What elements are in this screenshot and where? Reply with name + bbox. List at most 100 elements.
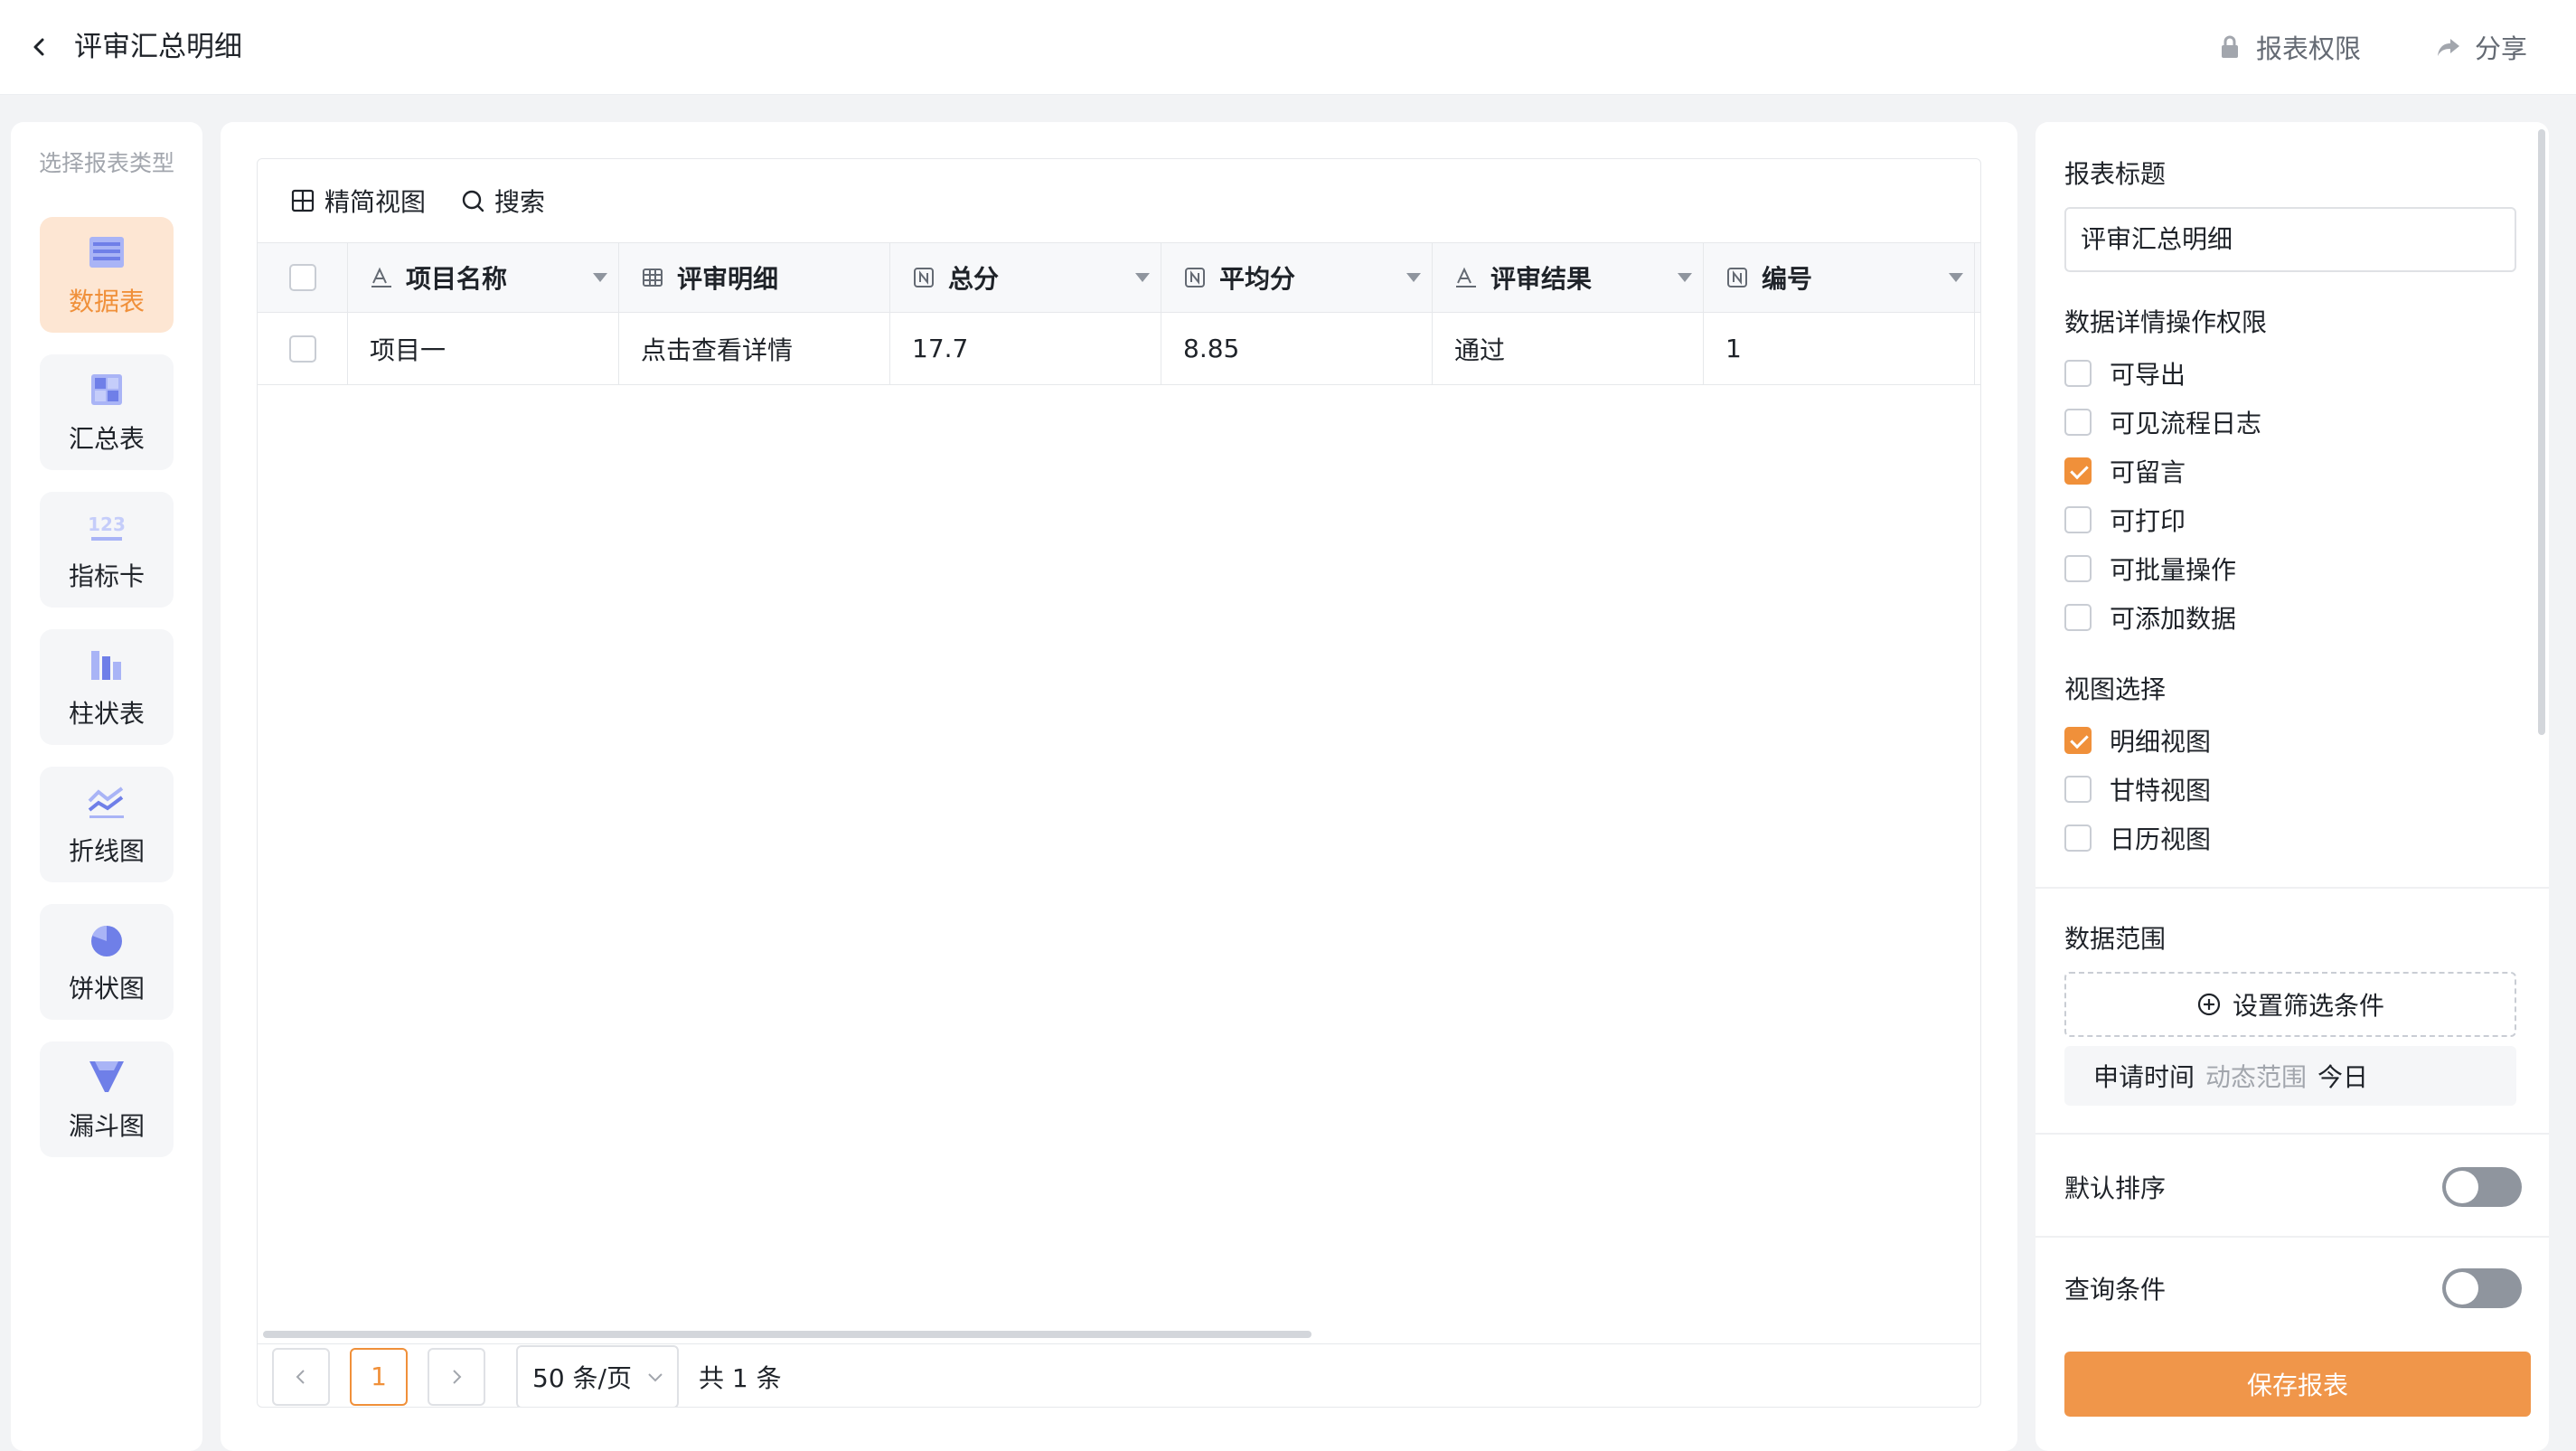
option-label: 可添加数据 (2110, 604, 2237, 634)
permission-option-batch[interactable]: 可批量操作 (2064, 551, 2236, 587)
divider (2035, 1133, 2549, 1135)
caret-down-icon[interactable] (1406, 273, 1421, 282)
checkbox[interactable] (2064, 824, 2092, 852)
type-item-number-card[interactable]: 123 指标卡 (40, 492, 174, 608)
caret-down-icon[interactable] (1135, 273, 1150, 282)
checkbox[interactable] (2064, 555, 2092, 582)
funnel-chart-icon (89, 1061, 124, 1092)
type-item-line-chart[interactable]: 折线图 (40, 767, 174, 882)
type-item-pie-chart[interactable]: 饼状图 (40, 904, 174, 1020)
set-filter-button[interactable]: 设置筛选条件 (2064, 972, 2516, 1037)
data-range-label: 数据范围 (2064, 924, 2167, 954)
table-cell: 17.7 (890, 313, 1161, 384)
view-details-link[interactable]: 点击查看详情 (619, 313, 890, 384)
view-option-detail[interactable]: 明细视图 (2064, 722, 2211, 758)
caret-down-icon[interactable] (1678, 273, 1692, 282)
checkbox[interactable] (2064, 506, 2092, 533)
permission-option-export[interactable]: 可导出 (2064, 355, 2186, 391)
save-report-button[interactable]: 保存报表 (2064, 1352, 2531, 1417)
row-checkbox[interactable] (288, 334, 316, 363)
checkbox-checked[interactable] (2064, 457, 2092, 485)
column-header[interactable]: 编号 (1704, 243, 1975, 312)
share-button[interactable]: 分享 (2435, 20, 2527, 74)
checkbox[interactable] (2064, 409, 2092, 436)
type-item-data-table[interactable]: 数据表 (40, 217, 174, 333)
column-header-label: 编号 (1762, 264, 1813, 294)
checkbox[interactable] (2064, 776, 2092, 803)
column-header[interactable]: 平均分 (1161, 243, 1433, 312)
caret-down-icon[interactable] (593, 273, 607, 282)
caret-down-icon[interactable] (1949, 273, 1963, 282)
column-header[interactable]: 项目名称 (348, 243, 619, 312)
type-item-label: 饼状图 (68, 974, 145, 1003)
text-field-icon (1456, 267, 1476, 287)
option-label: 可打印 (2110, 506, 2186, 536)
page-size-value: 50 条/页 (532, 1362, 632, 1393)
view-option-calendar[interactable]: 日历视图 (2064, 820, 2211, 856)
horizontal-scrollbar[interactable] (263, 1331, 1312, 1338)
compact-view-label: 精简视图 (324, 187, 427, 217)
default-sort-label: 默认排序 (2064, 1173, 2167, 1203)
top-bar: 评审汇总明细 报表权限 分享 (0, 0, 2576, 95)
lock-icon (2222, 35, 2238, 58)
option-label: 可批量操作 (2110, 555, 2237, 585)
total-count: 共 1 条 (699, 1362, 782, 1393)
divider (2035, 887, 2549, 889)
checkbox[interactable] (2064, 604, 2092, 631)
type-item-summary-table[interactable]: 汇总表 (40, 354, 174, 470)
back-button[interactable] (18, 25, 61, 69)
report-permission-button[interactable]: 报表权限 (2216, 20, 2361, 74)
report-title-input[interactable]: 评审汇总明细 (2064, 207, 2516, 272)
column-header[interactable]: 总分 (890, 243, 1161, 312)
report-settings-panel: 报表标题 评审汇总明细 数据详情操作权限 可导出 可见流程日志 可留言 可打印 … (2035, 122, 2549, 1451)
table-header-row: 项目名称 评审明细 总分 平均分 评审结果 编号 (258, 242, 1980, 313)
pagination: 1 50 条/页 共 1 条 (258, 1343, 1980, 1407)
column-header-label: 评审明细 (677, 264, 779, 294)
checkbox-checked[interactable] (2064, 727, 2092, 754)
column-header-label: 项目名称 (406, 264, 508, 294)
query-conditions-label: 查询条件 (2064, 1275, 2167, 1305)
permission-option-comment[interactable]: 可留言 (2064, 453, 2186, 489)
summary-table-icon (91, 374, 122, 405)
page-number-button[interactable]: 1 (350, 1347, 408, 1406)
filter-value: 今日 (2317, 1062, 2369, 1092)
permission-option-print[interactable]: 可打印 (2064, 502, 2186, 538)
permission-option-add-data[interactable]: 可添加数据 (2064, 599, 2236, 636)
type-item-bar-chart[interactable]: 柱状表 (40, 629, 174, 745)
vertical-scrollbar[interactable] (2538, 129, 2545, 735)
line-chart-icon (88, 787, 124, 818)
bar-chart-icon (91, 651, 121, 680)
next-page-button[interactable] (428, 1347, 485, 1406)
type-item-funnel-chart[interactable]: 漏斗图 (40, 1041, 174, 1157)
page-size-select[interactable]: 50 条/页 (516, 1344, 679, 1407)
divider (2035, 1236, 2549, 1238)
view-option-gantt[interactable]: 甘特视图 (2064, 771, 2211, 807)
column-header-label: 平均分 (1219, 264, 1296, 294)
permission-option-process-log[interactable]: 可见流程日志 (2064, 404, 2261, 440)
type-item-label: 数据表 (68, 287, 145, 316)
option-label: 明细视图 (2110, 727, 2212, 757)
type-item-label: 汇总表 (68, 424, 145, 454)
query-conditions-toggle[interactable] (2442, 1268, 2522, 1308)
compact-view-button[interactable]: 精简视图 (290, 183, 426, 219)
checkbox[interactable] (2064, 360, 2092, 387)
filter-mode: 动态范围 (2205, 1062, 2308, 1092)
select-all-cell (258, 243, 348, 312)
type-item-label: 柱状表 (68, 699, 145, 729)
option-label: 甘特视图 (2110, 776, 2212, 806)
svg-text:123: 123 (88, 514, 126, 535)
type-item-label: 漏斗图 (68, 1111, 145, 1141)
prev-page-button[interactable] (272, 1347, 330, 1406)
column-header[interactable]: 评审明细 (619, 243, 890, 312)
select-all-checkbox[interactable] (288, 264, 316, 291)
set-filter-label: 设置筛选条件 (2232, 991, 2384, 1021)
data-table: 精简视图 搜索 项目名称 评审明细 总分 平均分 评审结果 编号 项目一 点击查… (257, 158, 1981, 1408)
table-icon (89, 237, 124, 268)
search-button[interactable]: 搜索 (460, 183, 545, 219)
search-label: 搜索 (494, 187, 546, 217)
number-field-icon (1185, 268, 1205, 287)
filter-condition-tag[interactable]: 申请时间 动态范围 今日 (2064, 1046, 2516, 1106)
column-header[interactable]: 评审结果 (1433, 243, 1704, 312)
default-sort-toggle[interactable] (2442, 1167, 2522, 1207)
table-row[interactable]: 项目一 点击查看详情 17.7 8.85 通过 1 (258, 313, 1980, 385)
